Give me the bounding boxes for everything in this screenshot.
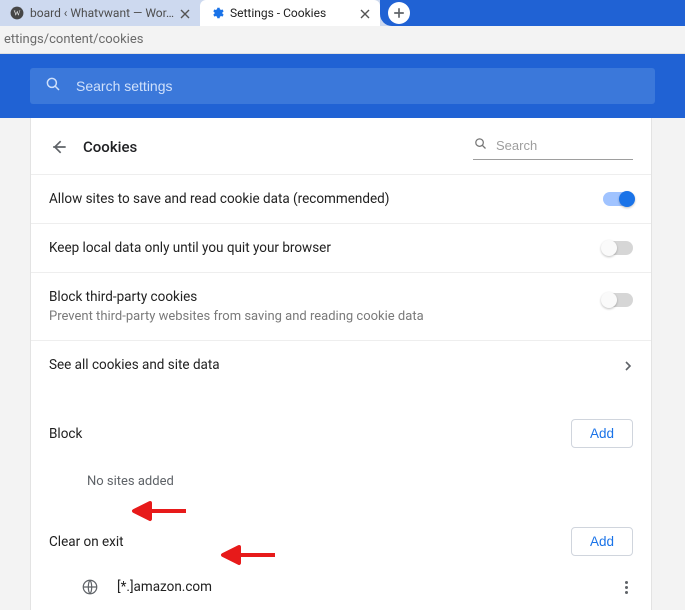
browser-tab-inactive[interactable]: W board ‹ Whatvwant — Wor… [0,0,200,26]
setting-keep-local: Keep local data only until you quit your… [31,223,651,272]
wordpress-favicon: W [10,6,24,20]
search-icon [44,75,62,97]
search-settings-input[interactable] [76,78,641,94]
tab-close-icon[interactable] [180,8,190,18]
block-empty-text: No sites added [31,456,651,501]
toggle-allow-cookies[interactable] [603,192,633,206]
section-title: Clear on exit [49,534,571,550]
clear-on-exit-site-row: [*.]amazon.com [31,564,651,610]
back-arrow-icon[interactable] [49,137,69,157]
tab-close-icon[interactable] [360,8,370,18]
address-bar[interactable]: ettings/content/cookies [0,26,685,54]
section-title: Block [49,426,571,442]
page-search-input[interactable] [496,138,672,153]
setting-label: Allow sites to save and read cookie data… [49,191,591,207]
page-header: Cookies [31,118,651,174]
site-pattern: [*.]amazon.com [117,579,601,595]
toggle-keep-local[interactable] [603,241,633,255]
toggle-block-thirdparty[interactable] [603,293,633,307]
setting-see-all-cookies[interactable]: See all cookies and site data [31,340,651,389]
add-clear-on-exit-button[interactable]: Add [571,527,633,556]
page-title: Cookies [83,138,137,156]
search-icon [473,136,488,155]
search-settings-bar[interactable] [30,68,655,104]
section-clear-on-exit: Clear on exit Add [31,501,651,564]
chevron-right-icon [623,360,633,370]
setting-block-thirdparty: Block third-party cookies Prevent third-… [31,272,651,340]
site-actions-menu[interactable] [619,578,633,596]
tabstrip-overflow [380,0,685,26]
address-bar-text: ettings/content/cookies [4,32,143,47]
section-block: Block Add [31,389,651,456]
tab-title: board ‹ Whatvwant — Wor… [30,6,174,20]
page-search[interactable] [473,134,633,160]
tab-title: Settings - Cookies [230,6,354,20]
setting-allow-cookies: Allow sites to save and read cookie data… [31,174,651,223]
new-tab-button[interactable] [388,2,410,24]
globe-icon [81,578,99,596]
settings-gear-favicon [210,6,224,20]
svg-text:W: W [14,9,21,17]
setting-label: Keep local data only until you quit your… [49,240,591,256]
settings-panel: Cookies Allow sites to save and read coo… [30,118,652,610]
setting-sublabel: Prevent third-party websites from saving… [49,309,591,324]
add-block-button[interactable]: Add [571,419,633,448]
tab-strip: W board ‹ Whatvwant — Wor… Settings - Co… [0,0,685,26]
setting-label: Block third-party cookies [49,289,591,305]
setting-label: See all cookies and site data [49,357,611,373]
settings-header [0,54,685,118]
browser-tab-active[interactable]: Settings - Cookies [200,0,380,26]
